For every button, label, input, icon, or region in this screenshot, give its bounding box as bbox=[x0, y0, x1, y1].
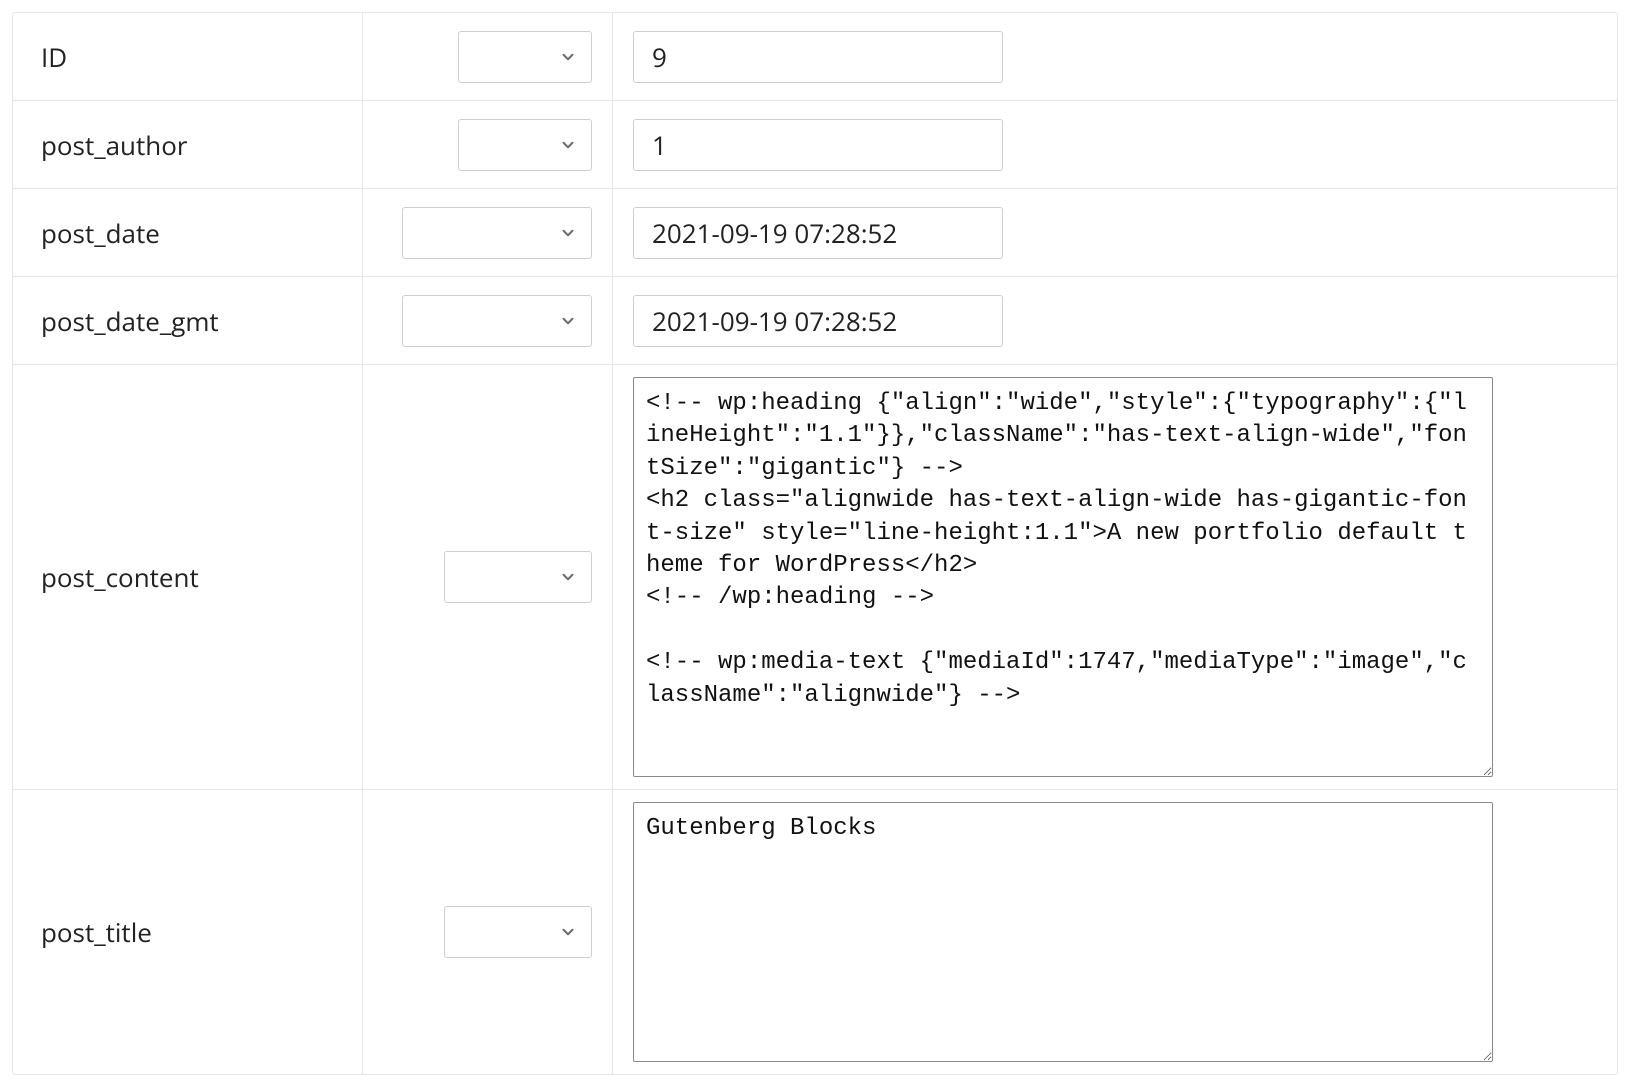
field-label-post-content: post_content bbox=[13, 365, 363, 789]
func-select-post-author[interactable] bbox=[458, 119, 592, 171]
row-post-author: post_author bbox=[13, 101, 1617, 189]
value-cell-post-title bbox=[613, 790, 1617, 1074]
row-id: ID bbox=[13, 13, 1617, 101]
field-label-post-date: post_date bbox=[13, 189, 363, 276]
value-textarea-post-content[interactable] bbox=[633, 377, 1493, 777]
func-cell-post-author bbox=[363, 101, 613, 188]
func-select-post-content[interactable] bbox=[444, 551, 592, 603]
func-select-post-title[interactable] bbox=[444, 906, 592, 958]
func-cell-post-content bbox=[363, 365, 613, 789]
chevron-down-icon bbox=[559, 312, 577, 330]
func-select-post-date[interactable] bbox=[402, 207, 592, 259]
field-label-post-date-gmt: post_date_gmt bbox=[13, 277, 363, 364]
func-select-post-date-gmt[interactable] bbox=[402, 295, 592, 347]
value-input-id[interactable] bbox=[633, 31, 1003, 83]
row-post-date-gmt: post_date_gmt bbox=[13, 277, 1617, 365]
row-post-content: post_content bbox=[13, 365, 1617, 790]
db-fields-table: ID post_author post_date bbox=[12, 12, 1618, 1075]
chevron-down-icon bbox=[559, 923, 577, 941]
func-cell-post-date-gmt bbox=[363, 277, 613, 364]
func-cell-post-date bbox=[363, 189, 613, 276]
field-label-id: ID bbox=[13, 13, 363, 100]
value-input-post-date-gmt[interactable] bbox=[633, 295, 1003, 347]
func-cell-post-title bbox=[363, 790, 613, 1074]
row-post-date: post_date bbox=[13, 189, 1617, 277]
row-post-title: post_title bbox=[13, 790, 1617, 1074]
field-label-post-author: post_author bbox=[13, 101, 363, 188]
chevron-down-icon bbox=[559, 568, 577, 586]
value-cell-post-author bbox=[613, 101, 1617, 188]
chevron-down-icon bbox=[559, 136, 577, 154]
chevron-down-icon bbox=[559, 224, 577, 242]
func-cell-id bbox=[363, 13, 613, 100]
func-select-id[interactable] bbox=[458, 31, 592, 83]
value-textarea-post-title[interactable] bbox=[633, 802, 1493, 1062]
value-cell-id bbox=[613, 13, 1617, 100]
chevron-down-icon bbox=[559, 48, 577, 66]
value-cell-post-content bbox=[613, 365, 1617, 789]
value-input-post-date[interactable] bbox=[633, 207, 1003, 259]
value-cell-post-date bbox=[613, 189, 1617, 276]
value-input-post-author[interactable] bbox=[633, 119, 1003, 171]
field-label-post-title: post_title bbox=[13, 790, 363, 1074]
value-cell-post-date-gmt bbox=[613, 277, 1617, 364]
